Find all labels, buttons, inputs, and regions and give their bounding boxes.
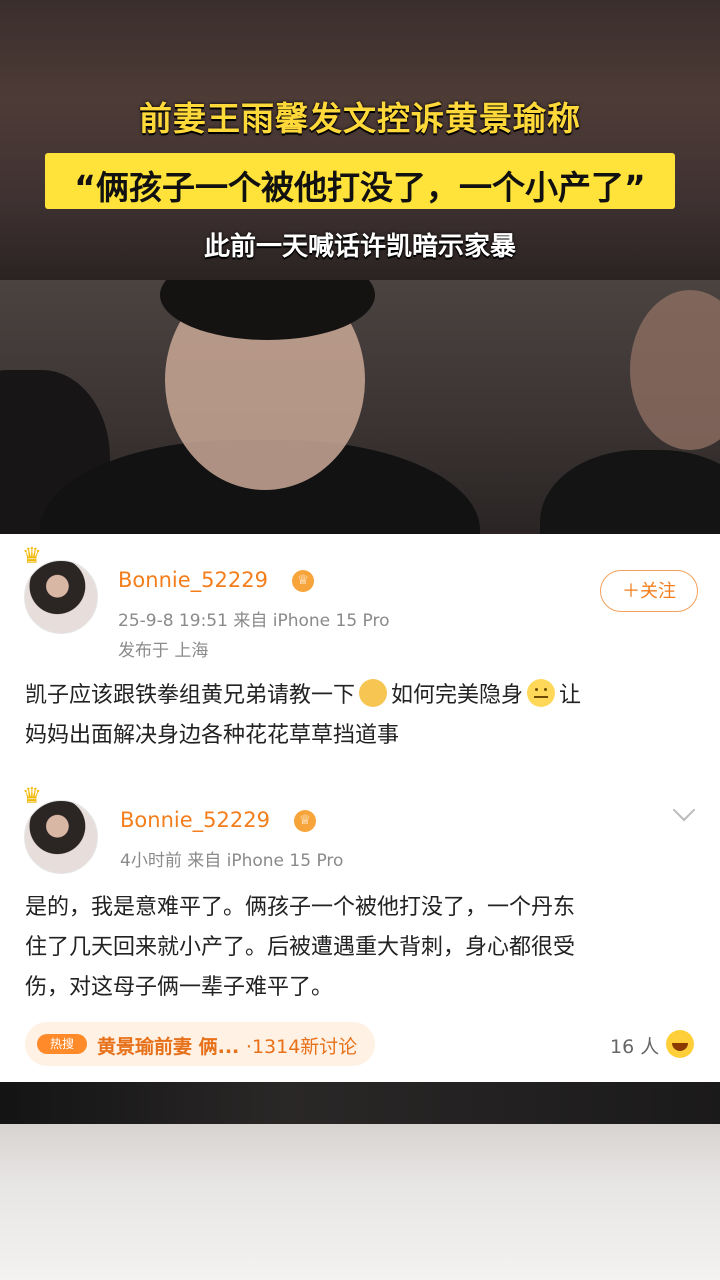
- topic-name: 黄景瑜前妻 俩...: [97, 1036, 240, 1058]
- reply-line-3: 伤，对这母子俩一辈子难平了。: [25, 975, 334, 1000]
- headline-quote-box: “俩孩子一个被他打没了，一个小产了”: [45, 153, 675, 209]
- topic-count: ·1314新讨论: [245, 1036, 358, 1058]
- avatar[interactable]: [24, 560, 98, 634]
- hot-topic-link[interactable]: 热搜 黄景瑜前妻 俩... ·1314新讨论: [25, 1022, 375, 1066]
- username[interactable]: Bonnie_52229: [120, 808, 270, 832]
- grinning-face-icon[interactable]: [666, 1030, 694, 1058]
- post-text: 凯子应该跟铁拳组黄兄弟请教一下 如何完美隐身 让 妈妈出面解决身边各种花花草草挡道事: [25, 676, 581, 756]
- weibo-post-card: ♛ Bonnie_52229 ♕ 25-9-8 19:51 来自 iPhone …: [0, 534, 720, 1082]
- reply-line-1: 是的，我是意难平了。俩孩子一个被他打没了，一个丹东: [25, 895, 576, 920]
- video-bottom-strip: [0, 1082, 720, 1124]
- crown-icon: ♛: [22, 544, 42, 569]
- topic-title: 黄景瑜前妻 俩... ·1314新讨论: [97, 1032, 357, 1059]
- post-text-part-2: 如何完美隐身: [391, 683, 524, 708]
- follow-button[interactable]: ＋关注: [600, 570, 698, 612]
- avatar[interactable]: [24, 800, 98, 874]
- vip-badge-icon: ♕: [294, 810, 316, 832]
- reply-line-2: 住了几天回来就小产了。后被遭遇重大背刺，身心都很受: [25, 935, 576, 960]
- username[interactable]: Bonnie_52229: [118, 568, 268, 592]
- background-figure-right-body: [540, 450, 720, 534]
- crown-icon: ♛: [22, 784, 42, 809]
- post-meta: 25-9-8 19:51 来自 iPhone 15 Pro: [118, 611, 390, 631]
- headline-quote: “俩孩子一个被他打没了，一个小产了”: [74, 168, 646, 207]
- video-frame[interactable]: [0, 280, 720, 534]
- hot-search-tag: 热搜: [37, 1034, 87, 1054]
- bottom-fade-area: [0, 1124, 720, 1280]
- background-figure-right-face: [630, 290, 720, 450]
- post-text-part-1: 凯子应该跟铁拳组黄兄弟请教一下: [25, 683, 356, 708]
- video-caption-header: 前妻王雨馨发文控诉黄景瑜称 “俩孩子一个被他打没了，一个小产了” 此前一天喊话许…: [0, 0, 720, 280]
- reply-text: 是的，我是意难平了。俩孩子一个被他打没了，一个丹东 住了几天回来就小产了。后被遭…: [25, 888, 575, 1008]
- post-meta: 4小时前 来自 iPhone 15 Pro: [120, 851, 344, 871]
- neutral-face-icon: [527, 679, 556, 707]
- headline-line-3: 此前一天喊话许凯暗示家暴: [203, 232, 516, 262]
- vip-badge-icon: ♕: [292, 570, 314, 592]
- people-count: 16 人: [610, 1036, 660, 1058]
- headline-line-1: 前妻王雨馨发文控诉黄景瑜称: [139, 99, 581, 138]
- post-text-part-3: 让: [559, 683, 582, 708]
- chevron-down-icon[interactable]: [672, 798, 696, 822]
- pray-icon: [359, 679, 388, 707]
- post-text-line-2: 妈妈出面解决身边各种花花草草挡道事: [25, 723, 400, 748]
- post-location: 发布于 上海: [118, 641, 209, 661]
